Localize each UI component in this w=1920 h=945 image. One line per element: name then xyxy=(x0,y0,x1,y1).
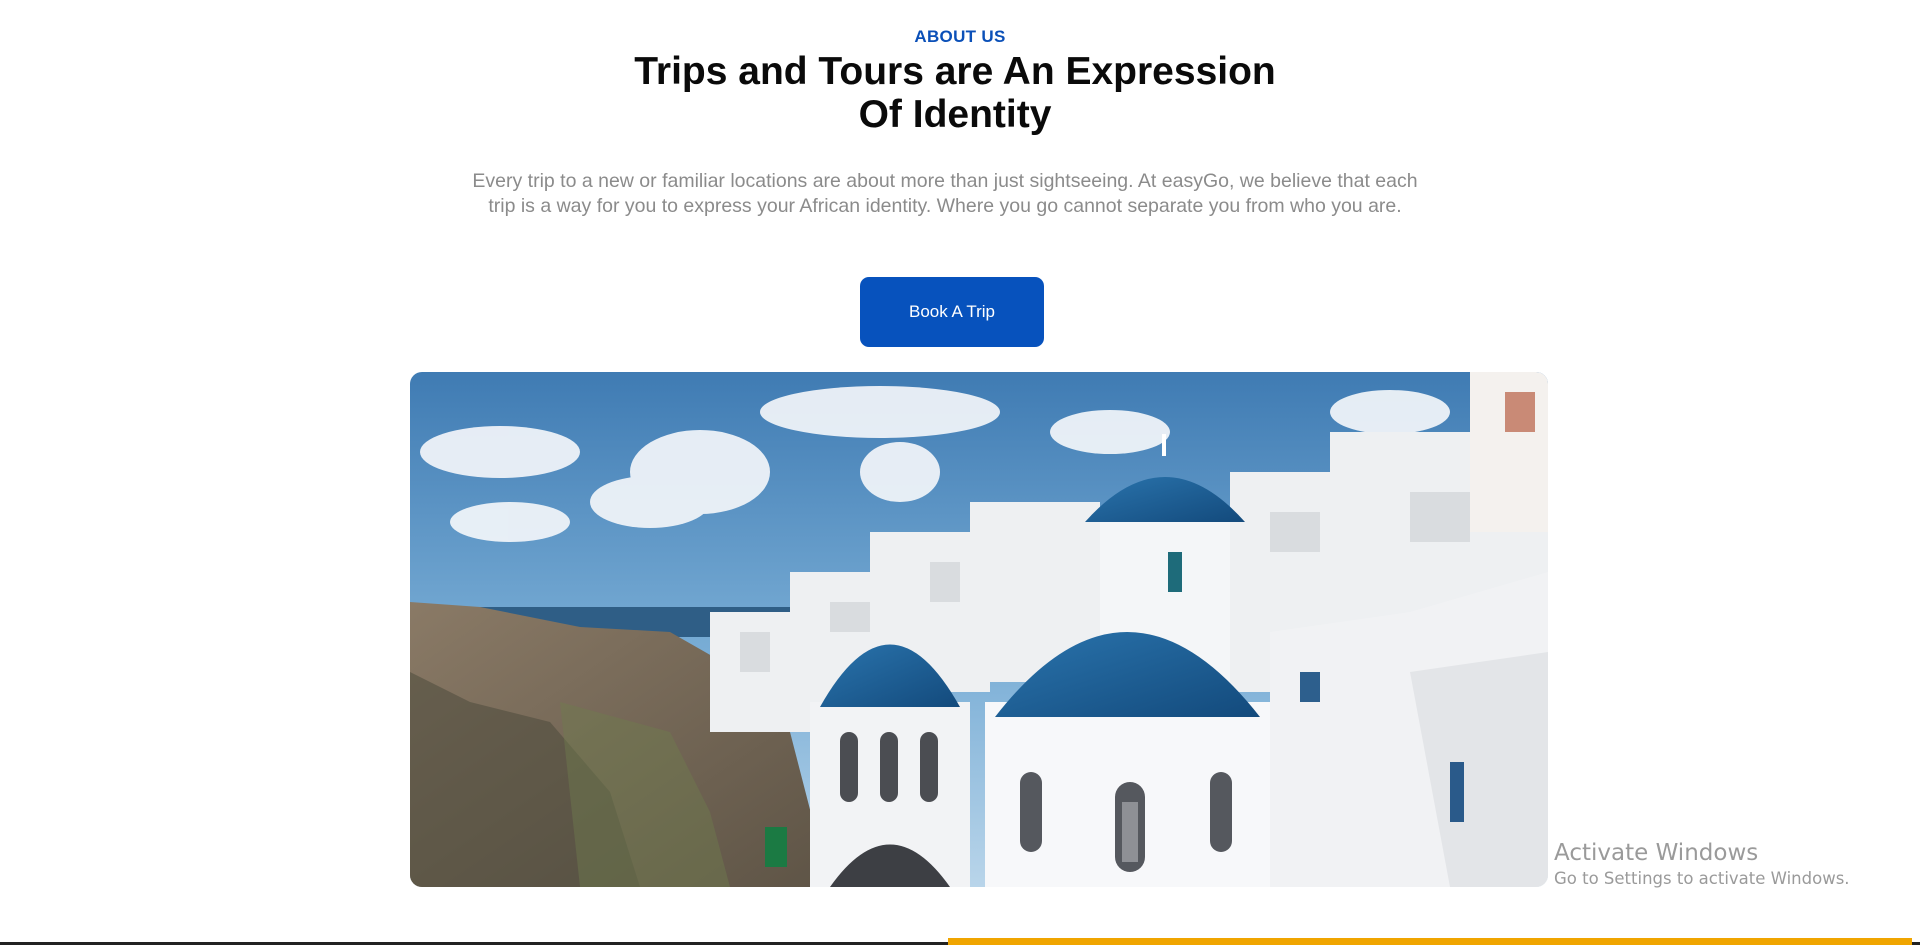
title-line-2: Of Identity xyxy=(858,93,1052,136)
watermark-title: Activate Windows xyxy=(1554,840,1759,866)
page-title: Trips and Tours are An Expression Of Ide… xyxy=(560,50,1350,136)
about-section: ABOUT US Trips and Tours are An Expressi… xyxy=(0,0,1920,945)
section-eyebrow: ABOUT US xyxy=(914,27,1006,46)
accent-bar xyxy=(948,938,1912,945)
title-line-1: Trips and Tours are An Expression xyxy=(634,50,1276,93)
hero-image xyxy=(410,372,1548,887)
section-description: Every trip to a new or familiar location… xyxy=(472,170,1418,217)
watermark-subtitle: Go to Settings to activate Windows. xyxy=(1554,869,1850,888)
windows-activation-watermark: Activate Windows Go to Settings to activ… xyxy=(1554,838,1850,890)
book-trip-button[interactable]: Book A Trip xyxy=(860,277,1044,347)
